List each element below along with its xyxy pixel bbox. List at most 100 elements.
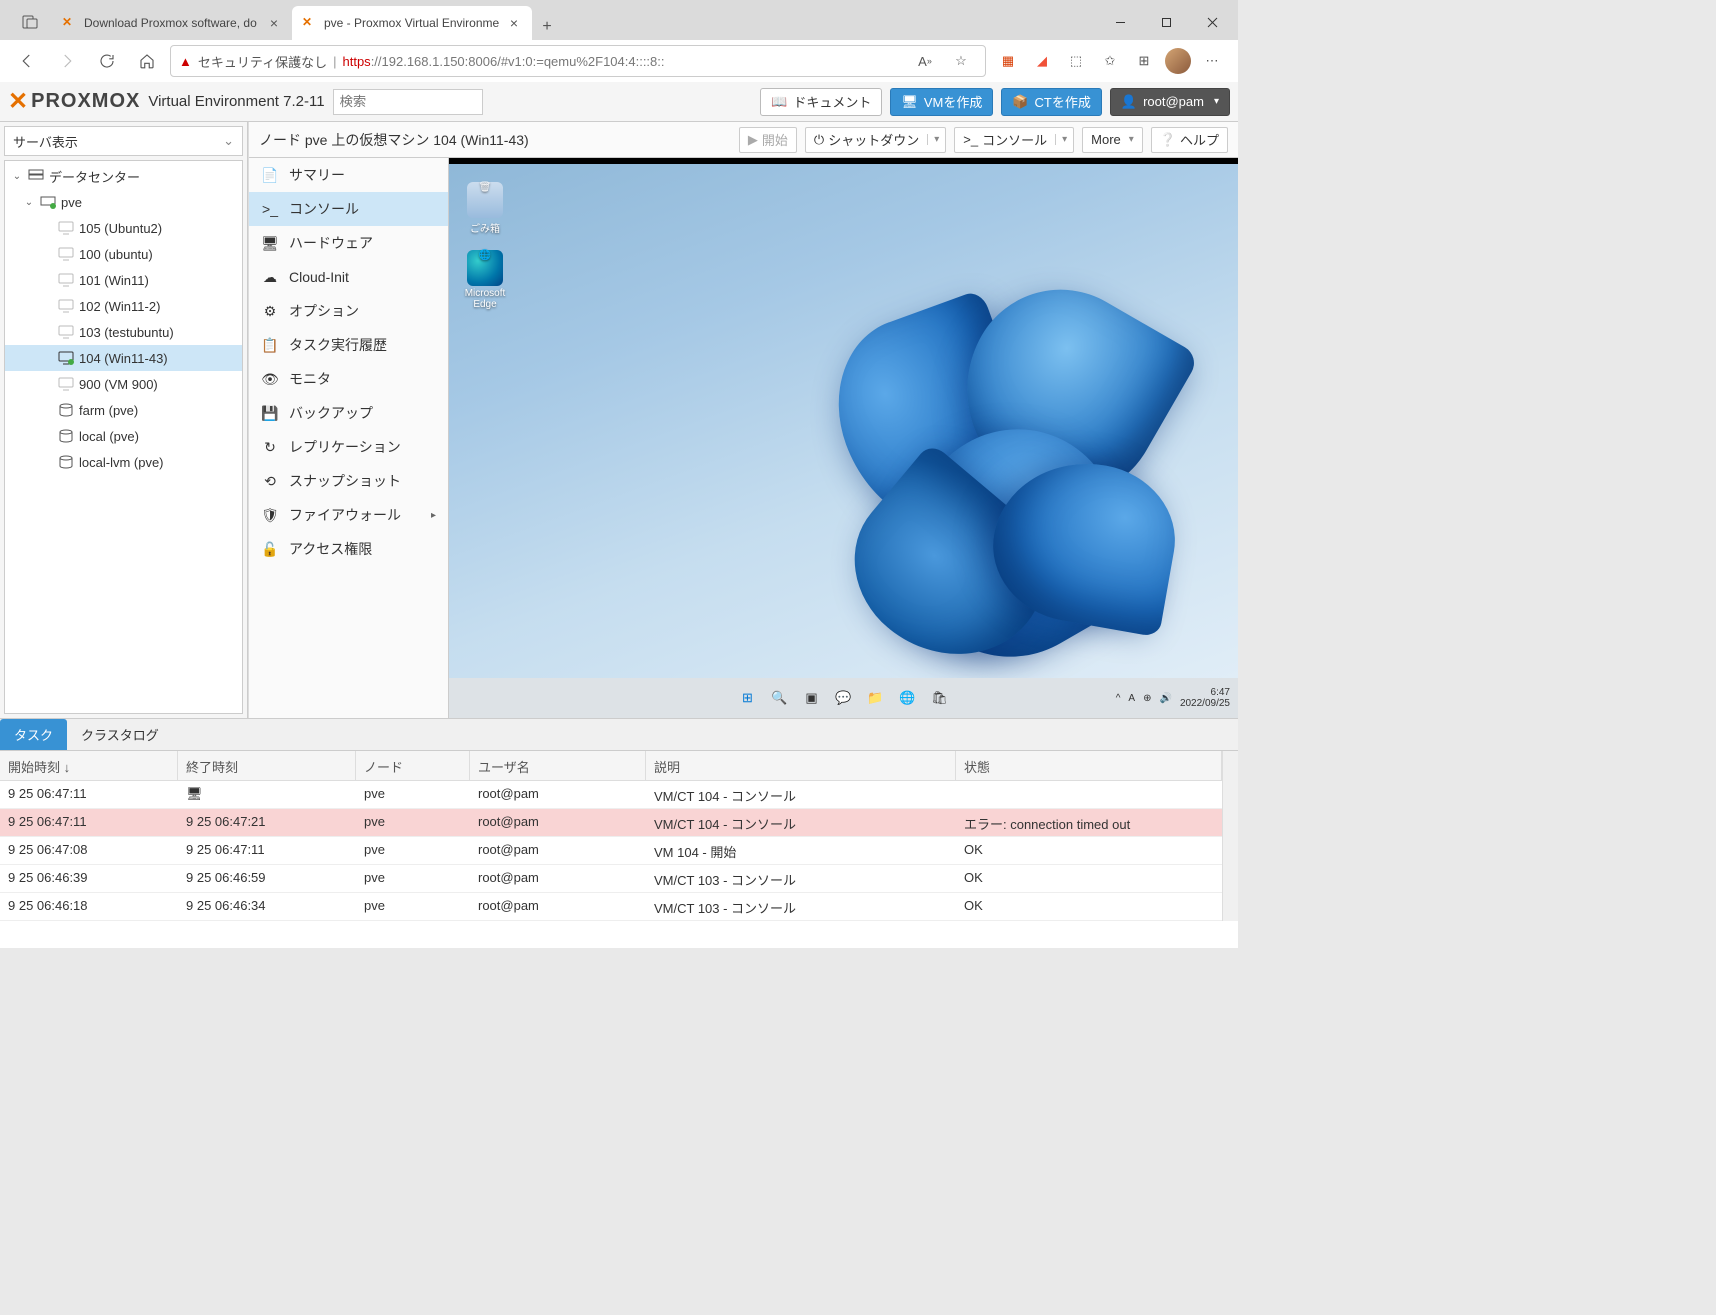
shutdown-button[interactable]: ⏻シャットダウン▾: [805, 127, 946, 153]
tree-vm-105[interactable]: 105 (Ubuntu2): [5, 215, 242, 241]
ime-icon[interactable]: A: [1128, 693, 1135, 704]
search-icon[interactable]: 🔍: [767, 685, 793, 711]
tree-storage[interactable]: local-lvm (pve): [5, 449, 242, 475]
menu-backup[interactable]: 💾バックアップ: [249, 396, 448, 430]
menu-permission[interactable]: 🔓アクセス権限: [249, 532, 448, 566]
menu-replication[interactable]: ↻レプリケーション: [249, 430, 448, 464]
system-tray[interactable]: ^ A ⊕ 🔊 6:47 2022/09/25: [1116, 687, 1230, 709]
tray-chevron-icon[interactable]: ^: [1116, 693, 1121, 704]
tree-vm-104[interactable]: 104 (Win11-43): [5, 345, 242, 371]
tree-vm-100[interactable]: 100 (ubuntu): [5, 241, 242, 267]
tree-vm-103[interactable]: 103 (testubuntu): [5, 319, 242, 345]
menu-summary[interactable]: 📄サマリー: [249, 158, 448, 192]
collapse-icon[interactable]: ⌄: [11, 171, 23, 182]
minimize-button[interactable]: [1098, 7, 1142, 37]
col-start[interactable]: 開始時刻 ↓: [0, 751, 178, 780]
maximize-button[interactable]: [1144, 7, 1188, 37]
tree-storage[interactable]: local (pve): [5, 423, 242, 449]
tree-vm-101[interactable]: 101 (Win11): [5, 267, 242, 293]
docs-button[interactable]: 📖ドキュメント: [760, 88, 882, 116]
task-row[interactable]: 9 25 06:47:089 25 06:47:11pveroot@pamVM …: [0, 837, 1222, 865]
menu-icon[interactable]: ⋯: [1196, 45, 1228, 77]
forward-button[interactable]: [50, 44, 84, 78]
user-button[interactable]: 👤root@pam▾: [1110, 88, 1230, 116]
explorer-icon[interactable]: 📁: [863, 685, 889, 711]
favorites-icon[interactable]: ✩: [1094, 45, 1126, 77]
collections-icon[interactable]: ⊞: [1128, 45, 1160, 77]
windows-taskbar[interactable]: ⊞ 🔍 ▣ 💬 📁 🌐 🛍 ^ A ⊕ 🔊 6:47 2022/09: [449, 678, 1238, 718]
col-user[interactable]: ユーザ名: [470, 751, 646, 780]
menu-firewall[interactable]: 🛡ファイアウォール▸: [249, 498, 448, 532]
edge-taskbar-icon[interactable]: 🌐: [895, 685, 921, 711]
close-icon[interactable]: ×: [266, 15, 282, 31]
toolbar-right: ▦ ◢ ⬚ ✩ ⊞ ⋯: [992, 45, 1228, 77]
tab-tasks[interactable]: タスク: [0, 719, 67, 750]
pve-body: サーバ表示 ⌄ ⌄ データセンター ⌄ pve 105 (Ubuntu2)100…: [0, 122, 1238, 718]
col-status[interactable]: 状態: [956, 751, 1222, 780]
create-vm-button[interactable]: 🖥VMを作成: [890, 88, 993, 116]
store-icon[interactable]: 🛍: [927, 685, 953, 711]
office-icon[interactable]: ▦: [992, 45, 1024, 77]
menu-hardware[interactable]: 🖥ハードウェア: [249, 226, 448, 260]
tree-vm-102[interactable]: 102 (Win11-2): [5, 293, 242, 319]
windows-desktop[interactable]: 🗑 ごみ箱 🌐 Microsoft Edge: [449, 164, 1238, 678]
collapse-icon[interactable]: ⌄: [23, 197, 35, 208]
console-button[interactable]: >_コンソール▾: [954, 127, 1074, 153]
favorite-icon[interactable]: ☆: [945, 45, 977, 77]
tree-vm-900[interactable]: 900 (VM 900): [5, 371, 242, 397]
task-row[interactable]: 9 25 06:46:399 25 06:46:59pveroot@pamVM/…: [0, 865, 1222, 893]
close-icon[interactable]: ×: [506, 15, 522, 31]
swift-icon[interactable]: ◢: [1026, 45, 1058, 77]
scrollbar[interactable]: [1222, 751, 1238, 921]
tab-actions-icon[interactable]: [8, 6, 52, 38]
refresh-button[interactable]: [90, 44, 124, 78]
start-icon[interactable]: ⊞: [735, 685, 761, 711]
edge-icon[interactable]: 🌐 Microsoft Edge: [457, 250, 513, 310]
col-end[interactable]: 終了時刻: [178, 751, 356, 780]
tree-storage[interactable]: farm (pve): [5, 397, 242, 423]
server-icon: [27, 169, 45, 183]
task-row[interactable]: 9 25 06:47:119 25 06:47:21pveroot@pamVM/…: [0, 809, 1222, 837]
backup-icon: 💾: [261, 405, 279, 422]
play-icon: ▶: [748, 132, 758, 148]
address-bar[interactable]: ▲ セキュリティ保護なし | https://192.168.1.150:800…: [170, 45, 986, 77]
chevron-down-icon[interactable]: ▾: [927, 134, 945, 145]
menu-monitor[interactable]: 👁モニタ: [249, 362, 448, 396]
chevron-down-icon[interactable]: ▾: [1055, 134, 1073, 145]
task-row[interactable]: 9 25 06:46:189 25 06:46:34pveroot@pamVM/…: [0, 893, 1222, 921]
more-button[interactable]: More▾: [1082, 127, 1143, 153]
volume-icon[interactable]: 🔊: [1159, 693, 1171, 704]
clock[interactable]: 6:47 2022/09/25: [1180, 687, 1230, 709]
menu-cloudinit[interactable]: ☁Cloud-Init: [249, 260, 448, 294]
tree-datacenter[interactable]: ⌄ データセンター: [5, 163, 242, 189]
start-button[interactable]: ▶開始: [739, 127, 797, 153]
menu-options[interactable]: ⚙オプション: [249, 294, 448, 328]
recycle-bin-icon[interactable]: 🗑 ごみ箱: [457, 182, 513, 235]
logo-text: PROXMOX: [31, 90, 140, 113]
browser-tab-0[interactable]: ✕ Download Proxmox software, do ×: [52, 6, 292, 40]
browser-tab-1[interactable]: ✕ pve - Proxmox Virtual Environme ×: [292, 6, 532, 40]
server-view-select[interactable]: サーバ表示 ⌄: [4, 126, 243, 156]
taskview-icon[interactable]: ▣: [799, 685, 825, 711]
menu-snapshot[interactable]: ⟲スナップショット: [249, 464, 448, 498]
network-icon[interactable]: ⊕: [1143, 693, 1151, 704]
col-desc[interactable]: 説明: [646, 751, 956, 780]
home-button[interactable]: [130, 44, 164, 78]
back-button[interactable]: [10, 44, 44, 78]
create-ct-button[interactable]: 📦CTを作成: [1001, 88, 1102, 116]
reader-mode-icon[interactable]: A»: [909, 45, 941, 77]
chat-icon[interactable]: 💬: [831, 685, 857, 711]
tab-cluster-log[interactable]: クラスタログ: [67, 719, 173, 750]
task-row[interactable]: 9 25 06:47:11🖥pveroot@pamVM/CT 104 - コンソ…: [0, 781, 1222, 809]
help-button[interactable]: ❔ヘルプ: [1151, 127, 1228, 153]
tree-node-pve[interactable]: ⌄ pve: [5, 189, 242, 215]
console-area[interactable]: ▸ 🗑 ごみ箱 🌐 Microsoft Edge: [449, 158, 1238, 718]
menu-console[interactable]: >_コンソール: [249, 192, 448, 226]
new-tab-button[interactable]: +: [532, 18, 562, 40]
search-input[interactable]: [333, 89, 483, 115]
menu-taskhistory[interactable]: 📋タスク実行履歴: [249, 328, 448, 362]
profile-avatar[interactable]: [1162, 45, 1194, 77]
col-node[interactable]: ノード: [356, 751, 470, 780]
close-window-button[interactable]: [1190, 7, 1234, 37]
extensions-icon[interactable]: ⬚: [1060, 45, 1092, 77]
